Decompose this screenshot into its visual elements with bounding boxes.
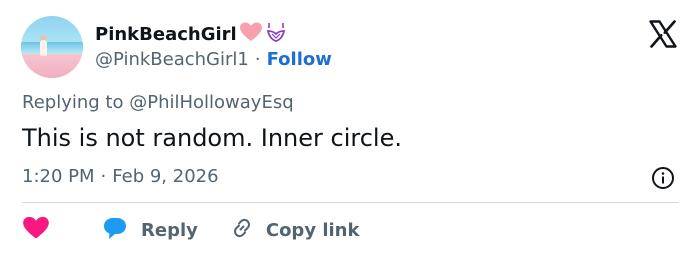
like-button[interactable]: [22, 215, 50, 245]
info-icon[interactable]: [651, 166, 675, 190]
author-handle[interactable]: @PinkBeachGirl1: [95, 49, 249, 70]
handle-separator: ·: [254, 48, 261, 70]
avatar-figure: [40, 40, 47, 56]
author-display-name[interactable]: PinkBeachGirl: [95, 24, 237, 45]
link-icon: [230, 216, 254, 244]
x-logo-icon[interactable]: [648, 19, 678, 49]
action-bar: Reply Copy link: [22, 214, 359, 246]
reply-label: Reply: [141, 219, 198, 241]
author-name-row: PinkBeachGirl: [95, 20, 287, 48]
replying-to-prefix: Replying to: [22, 92, 124, 113]
copy-link-label: Copy link: [265, 219, 360, 241]
tweet-embed-card: PinkBeachGirl @PinkBeachGirl1 · Follow R…: [0, 0, 700, 256]
replying-to-mention[interactable]: @PhilHollowayEsq: [129, 92, 293, 113]
follow-button[interactable]: Follow: [267, 49, 332, 70]
timestamp-separator: ·: [100, 166, 107, 187]
tweet-timestamp[interactable]: 1:20 PM · Feb 9, 2026: [22, 166, 219, 187]
tweet-time: 1:20 PM: [22, 166, 95, 187]
reply-button[interactable]: Reply: [102, 216, 198, 244]
author-handle-row: @PinkBeachGirl1 · Follow: [95, 46, 332, 72]
replying-to-line: Replying to @PhilHollowayEsq: [22, 92, 294, 113]
avatar-sand: [21, 54, 83, 78]
heart-icon: [22, 215, 50, 245]
tweet-date: Feb 9, 2026: [112, 166, 219, 187]
reply-bubble-icon: [102, 216, 128, 244]
purple-bikini-icon: [265, 20, 287, 48]
divider: [22, 202, 679, 203]
pink-heart-icon: [239, 21, 263, 47]
avatar[interactable]: [21, 16, 83, 78]
copy-link-button[interactable]: Copy link: [230, 216, 360, 244]
tweet-text: This is not random. Inner circle.: [22, 124, 402, 152]
avatar-sea: [21, 42, 83, 54]
